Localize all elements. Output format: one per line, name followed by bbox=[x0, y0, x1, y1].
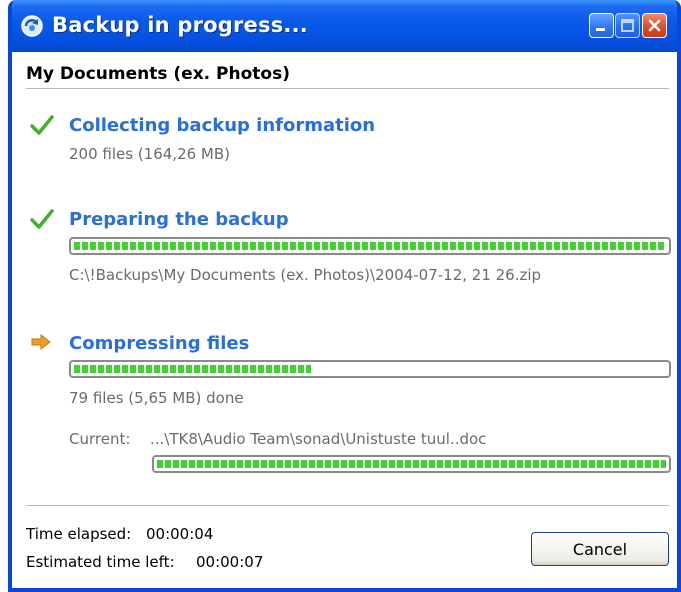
current-file-name: ...\TK8\Audio Team\sonad\Unistuste tuul.… bbox=[150, 430, 487, 448]
time-left-value: 00:00:07 bbox=[196, 553, 264, 571]
time-left-label: Estimated time left: bbox=[26, 553, 175, 571]
close-icon bbox=[648, 19, 661, 32]
minimize-button[interactable] bbox=[589, 13, 614, 38]
backup-app-icon bbox=[20, 14, 44, 38]
close-button[interactable] bbox=[642, 13, 667, 38]
current-file-progress-fill bbox=[157, 460, 666, 468]
header-divider bbox=[26, 88, 669, 90]
checkmark-icon bbox=[30, 208, 54, 230]
title-bar[interactable]: Backup in progress... bbox=[12, 0, 677, 52]
backup-set-name: My Documents (ex. Photos) bbox=[26, 64, 290, 84]
minimize-icon bbox=[596, 28, 605, 31]
step-compressing-title: Compressing files bbox=[69, 333, 250, 354]
backup-file-path: C:\!Backups\My Documents (ex. Photos)\20… bbox=[69, 266, 542, 284]
checkmark-icon bbox=[30, 114, 54, 136]
compressing-progress-bar bbox=[69, 360, 671, 378]
maximize-button[interactable] bbox=[615, 13, 640, 38]
cancel-button[interactable]: Cancel bbox=[531, 532, 669, 566]
compressing-detail: 79 files (5,65 MB) done bbox=[69, 389, 244, 407]
current-file-progress-bar bbox=[152, 455, 671, 473]
window-title: Backup in progress... bbox=[52, 13, 308, 37]
preparing-progress-fill bbox=[74, 242, 666, 250]
maximize-icon bbox=[621, 19, 634, 32]
footer-divider bbox=[26, 505, 669, 507]
current-file-label: Current: bbox=[69, 430, 131, 448]
backup-progress-dialog: Backup in progress... My Documents (ex. … bbox=[8, 0, 681, 592]
step-preparing-title: Preparing the backup bbox=[69, 209, 289, 230]
step-collecting-title: Collecting backup information bbox=[69, 115, 376, 136]
preparing-progress-bar bbox=[69, 237, 671, 255]
compressing-progress-fill bbox=[74, 365, 311, 373]
time-elapsed-value: 00:00:04 bbox=[146, 525, 214, 543]
time-elapsed-label: Time elapsed: bbox=[26, 525, 132, 543]
step-collecting-detail: 200 files (164,26 MB) bbox=[69, 145, 231, 163]
arrow-right-icon bbox=[29, 331, 53, 353]
